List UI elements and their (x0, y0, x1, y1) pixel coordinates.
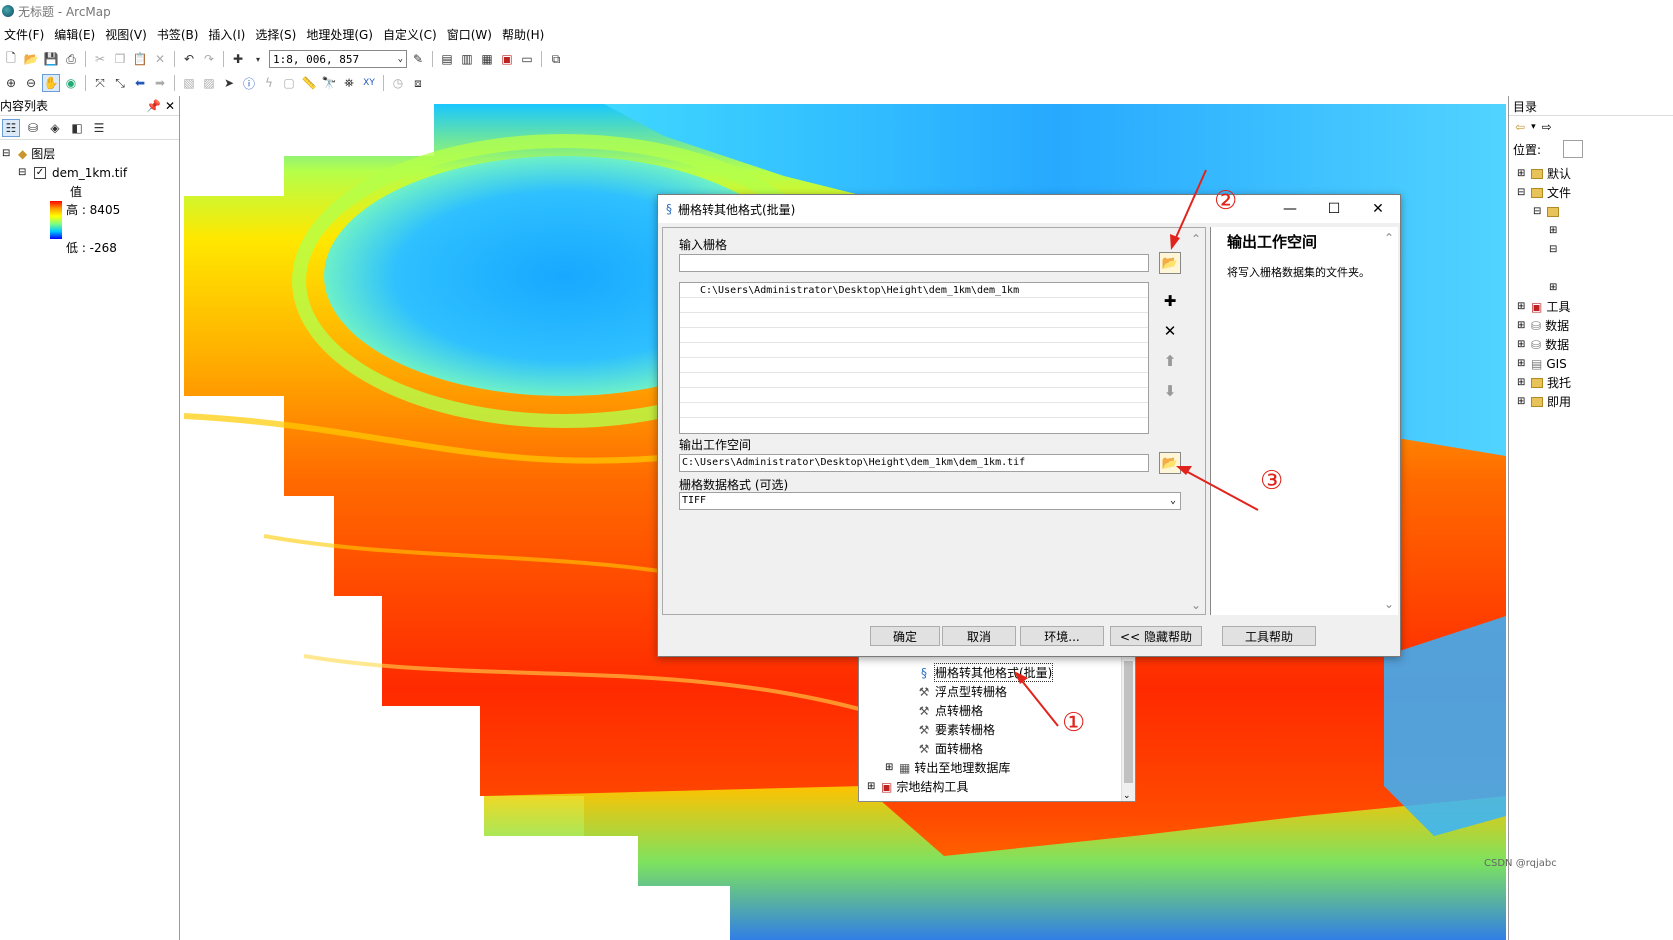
arrowhead-icon (1014, 671, 1028, 684)
annotation-arrow-3 (1183, 469, 1259, 511)
annotation-overlay (1014, 169, 1259, 727)
annotation-marker-3: ③ (1260, 466, 1284, 496)
watermark: CSDN @rqjabc (1484, 858, 1557, 869)
annotation-arrow-2 (1173, 169, 1207, 243)
annotation-marker-2: ② (1214, 186, 1238, 216)
annotation-marker-1: ① (1062, 708, 1086, 738)
arrowhead-icon (1170, 234, 1180, 250)
annotation-arrow-1 (1017, 675, 1059, 727)
